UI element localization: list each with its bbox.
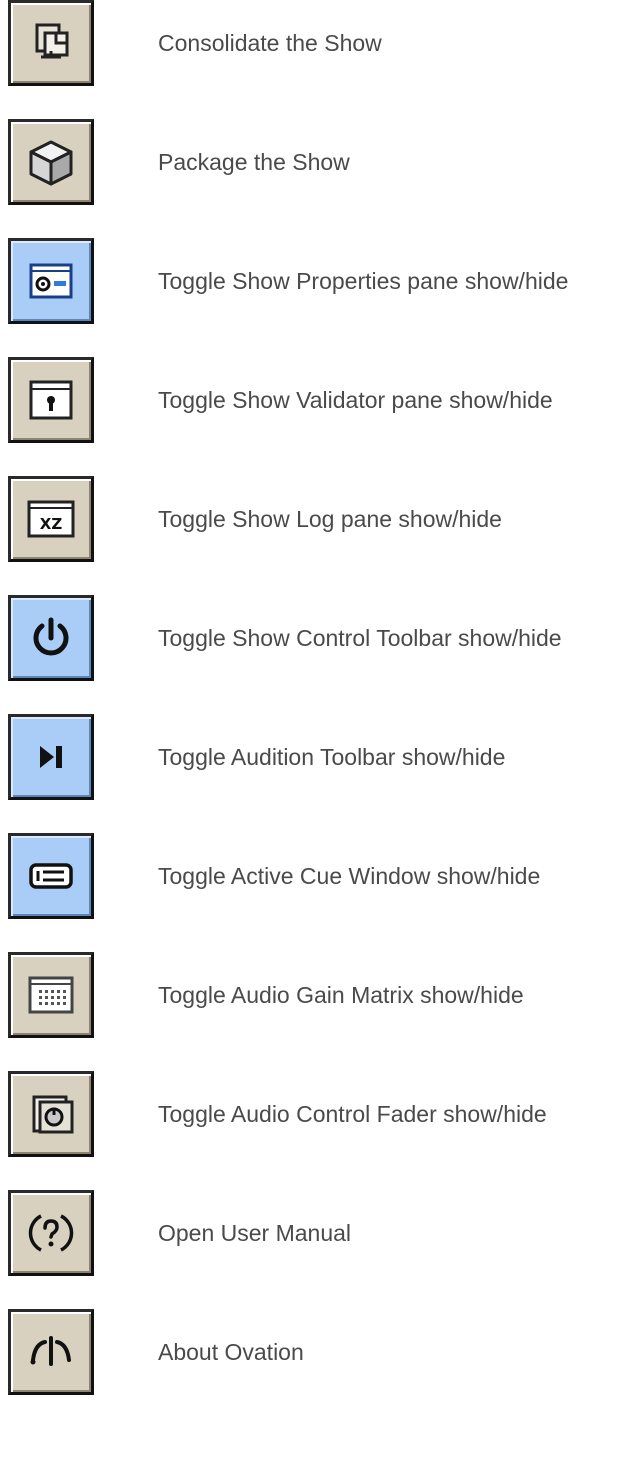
show-control-label: Toggle Show Control Toolbar show/hide <box>158 625 562 651</box>
help-question-icon <box>21 1203 81 1263</box>
user-manual-button[interactable] <box>8 1190 94 1276</box>
toolbar-help-row-show-properties: Toggle Show Properties pane show/hide <box>0 238 620 328</box>
audition-label: Toggle Audition Toolbar show/hide <box>158 744 506 770</box>
toolbar-help-row-active-cue: Toggle Active Cue Window show/hide <box>0 833 620 923</box>
control-fader-icon <box>21 1084 81 1144</box>
toolbar-help-row-audition: Toggle Audition Toolbar show/hide <box>0 714 620 804</box>
gain-matrix-toggle-button[interactable] <box>8 952 94 1038</box>
user-manual-label: Open User Manual <box>158 1220 352 1246</box>
active-cue-toggle-button[interactable] <box>8 833 94 919</box>
active-cue-window-icon <box>21 846 81 906</box>
show-properties-toggle-button[interactable] <box>8 238 94 324</box>
package-box-icon <box>21 132 81 192</box>
toolbar-help-row-show-control: Toggle Show Control Toolbar show/hide <box>0 595 620 685</box>
validator-label: Toggle Show Validator pane show/hide <box>158 387 553 413</box>
about-ovation-icon <box>21 1322 81 1382</box>
log-pane-icon: XZ <box>21 489 81 549</box>
toolbar-help-row-log: XZ Toggle Show Log pane show/hide <box>0 476 620 566</box>
gain-matrix-icon <box>21 965 81 1025</box>
consolidate-icon <box>21 13 81 73</box>
play-next-icon <box>21 727 81 787</box>
toolbar-help-row-control-fader: Toggle Audio Control Fader show/hide <box>0 1071 620 1161</box>
toolbar-help-row-gain-matrix: Toggle Audio Gain Matrix show/hide <box>0 952 620 1042</box>
audition-toggle-button[interactable] <box>8 714 94 800</box>
active-cue-label: Toggle Active Cue Window show/hide <box>158 863 541 889</box>
log-label: Toggle Show Log pane show/hide <box>158 506 502 532</box>
package-button[interactable] <box>8 119 94 205</box>
about-ovation-button[interactable] <box>8 1309 94 1395</box>
control-fader-label: Toggle Audio Control Fader show/hide <box>158 1101 547 1127</box>
toolbar-help-row-package: Package the Show <box>0 119 620 209</box>
consolidate-button[interactable] <box>8 0 94 86</box>
show-control-toggle-button[interactable] <box>8 595 94 681</box>
control-fader-toggle-button[interactable] <box>8 1071 94 1157</box>
gain-matrix-label: Toggle Audio Gain Matrix show/hide <box>158 982 524 1008</box>
about-ovation-label: About Ovation <box>158 1339 304 1365</box>
log-toggle-button[interactable]: XZ <box>8 476 94 562</box>
toolbar-help-row-about: About Ovation <box>0 1309 620 1399</box>
svg-text:XZ: XZ <box>40 515 63 533</box>
toolbar-help-row-consolidate: Consolidate the Show <box>0 0 620 90</box>
validator-pane-icon <box>21 370 81 430</box>
package-label: Package the Show <box>158 149 350 175</box>
consolidate-label: Consolidate the Show <box>158 30 382 56</box>
show-properties-label: Toggle Show Properties pane show/hide <box>158 268 569 294</box>
power-icon <box>21 608 81 668</box>
validator-toggle-button[interactable] <box>8 357 94 443</box>
toolbar-help-row-user-manual: Open User Manual <box>0 1190 620 1280</box>
show-properties-pane-icon <box>21 251 81 311</box>
toolbar-help-row-validator: Toggle Show Validator pane show/hide <box>0 357 620 447</box>
